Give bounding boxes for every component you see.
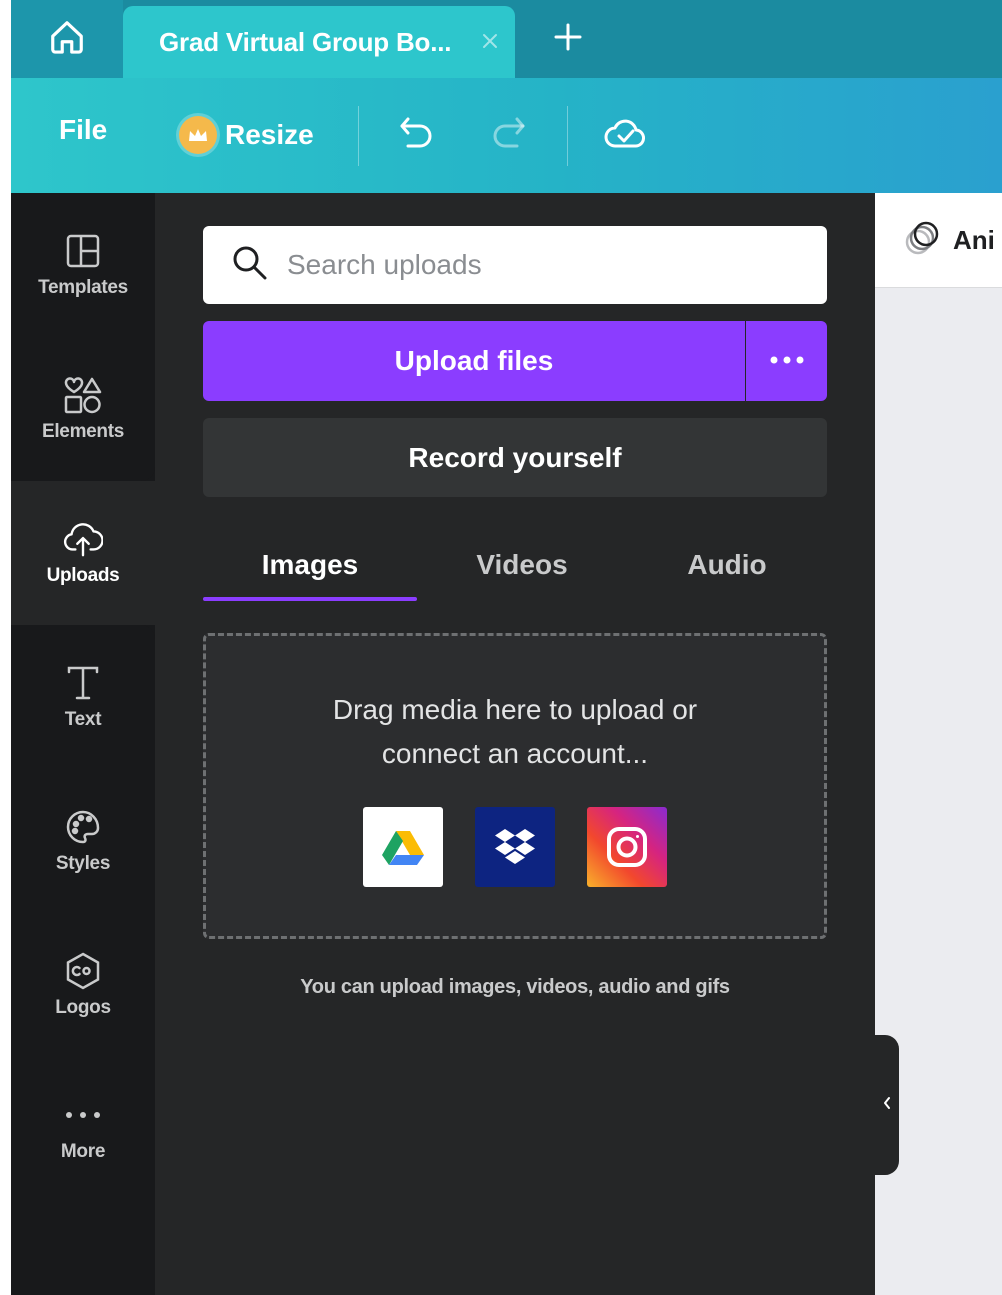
tab-bar: Grad Virtual Group Bo...: [11, 0, 1002, 78]
drop-zone[interactable]: Drag media here to upload or connect an …: [203, 633, 827, 939]
sidebar-item-text[interactable]: Text: [11, 625, 155, 769]
editor-toolbar: File Resize: [11, 78, 1002, 193]
home-icon: [48, 18, 86, 61]
sidebar-item-label: Styles: [55, 853, 111, 874]
record-yourself-button[interactable]: Record yourself: [203, 418, 827, 497]
logo-icon: [63, 951, 103, 991]
sidebar-item-uploads[interactable]: Uploads: [11, 481, 155, 625]
side-navigation: Templates Elements Uploads Text Styles L…: [11, 193, 155, 1295]
sidebar-item-label: More: [60, 1141, 106, 1162]
save-status-button[interactable]: [603, 114, 647, 158]
drop-zone-line-2: connect an account...: [381, 738, 649, 769]
sidebar-item-label: Elements: [41, 421, 125, 442]
active-tab-connector: [155, 481, 156, 482]
animate-icon[interactable]: [903, 218, 943, 263]
toolbar-divider: [567, 106, 568, 166]
redo-button[interactable]: [487, 114, 531, 158]
document-tab[interactable]: Grad Virtual Group Bo...: [123, 6, 515, 78]
redo-icon: [489, 116, 529, 157]
app-root: Grad Virtual Group Bo... File Resize Tem…: [0, 0, 1002, 1295]
close-icon[interactable]: [475, 26, 505, 56]
upload-hint: You can upload images, videos, audio and…: [300, 976, 730, 998]
tab-images[interactable]: Images: [203, 529, 417, 601]
collapse-panel-button[interactable]: [875, 1035, 899, 1175]
drop-zone-message: Drag media here to upload or connect an …: [206, 688, 824, 776]
instagram-icon[interactable]: [587, 807, 667, 887]
home-button[interactable]: [11, 0, 123, 78]
tab-audio[interactable]: Audio: [627, 529, 827, 601]
templates-icon: [63, 231, 103, 271]
undo-icon: [396, 116, 436, 157]
text-icon: [63, 663, 103, 703]
palette-icon: [63, 807, 103, 847]
search-box[interactable]: [203, 226, 827, 304]
resize-button[interactable]: Resize: [179, 112, 314, 158]
upload-options-button[interactable]: [746, 321, 827, 401]
tab-videos[interactable]: Videos: [417, 529, 627, 601]
more-icon: [63, 1095, 103, 1135]
plus-icon: [552, 21, 584, 58]
sidebar-item-logos[interactable]: Logos: [11, 913, 155, 1057]
resize-label: Resize: [225, 119, 314, 150]
uploads-panel: Upload files Record yourself Images Vide…: [155, 193, 875, 1295]
cloud-check-icon: [603, 116, 647, 157]
file-menu-button[interactable]: File: [59, 114, 107, 146]
animate-button[interactable]: Ani: [953, 225, 995, 256]
chevron-left-icon: [882, 1095, 892, 1116]
elements-icon: [63, 375, 103, 415]
sidebar-item-styles[interactable]: Styles: [11, 769, 155, 913]
sidebar-item-more[interactable]: More: [11, 1057, 155, 1201]
new-tab-button[interactable]: [543, 16, 593, 62]
more-icon: [768, 352, 806, 370]
upload-files-button[interactable]: Upload files: [203, 321, 745, 401]
drop-zone-line-1: Drag media here to upload or: [332, 694, 698, 725]
media-tabs: Images Videos Audio: [203, 529, 827, 601]
sidebar-item-templates[interactable]: Templates: [11, 193, 155, 337]
crown-icon: [179, 116, 217, 154]
cloud-upload-icon: [63, 519, 103, 559]
toolbar-divider: [358, 106, 359, 166]
document-tab-title: Grad Virtual Group Bo...: [159, 26, 452, 57]
google-drive-icon[interactable]: [363, 807, 443, 887]
search-icon: [231, 244, 269, 287]
window-edge: [0, 0, 11, 1295]
sidebar-item-label: Templates: [38, 277, 128, 298]
canvas-toolbar: Ani: [875, 193, 1002, 288]
search-input[interactable]: [287, 249, 767, 281]
sidebar-item-label: Text: [64, 709, 102, 730]
sidebar-item-elements[interactable]: Elements: [11, 337, 155, 481]
sidebar-item-label: Uploads: [46, 565, 120, 586]
active-tab-indicator: [203, 597, 417, 601]
dropbox-icon[interactable]: [475, 807, 555, 887]
undo-button[interactable]: [394, 114, 438, 158]
sidebar-item-label: Logos: [55, 997, 111, 1018]
